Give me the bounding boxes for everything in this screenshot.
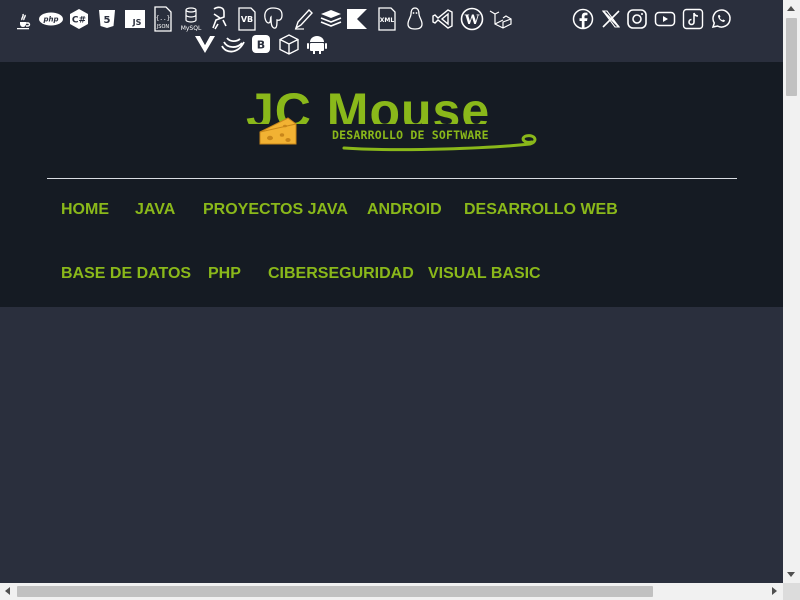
vertical-scrollbar[interactable]: [783, 0, 800, 583]
nav-item-ciberseguridad[interactable]: CIBERSEGURIDAD: [268, 264, 414, 284]
csharp-icon[interactable]: C#: [68, 8, 90, 30]
tiktok-icon[interactable]: [682, 8, 704, 30]
nav-item-home[interactable]: HOME: [61, 200, 109, 220]
mysql-icon[interactable]: MySQL: [178, 6, 204, 32]
linux-icon[interactable]: [404, 6, 426, 32]
json-icon[interactable]: {..} JSON: [152, 6, 174, 32]
cheese-icon: [259, 117, 297, 145]
scroll-down-arrow-icon[interactable]: [787, 572, 795, 577]
html5-icon[interactable]: 5: [96, 8, 118, 30]
site-header: JC Mouse DESARROLLO DE SOFTWARE HOME JAV…: [0, 62, 783, 307]
pencil-icon[interactable]: [292, 6, 314, 32]
main-content-area: [0, 307, 783, 583]
logo-subtitle: DESARROLLO DE SOFTWARE: [332, 128, 489, 142]
vertical-scroll-thumb[interactable]: [786, 18, 797, 96]
svg-text:W: W: [464, 13, 480, 28]
nav-item-base-de-datos[interactable]: BASE DE DATOS: [61, 264, 191, 284]
header-divider: [47, 178, 737, 179]
svg-text:JSON: JSON: [156, 24, 170, 30]
scroll-left-arrow-icon[interactable]: [5, 587, 10, 595]
android-icon[interactable]: [306, 33, 328, 55]
nav-item-visual-basic[interactable]: VISUAL BASIC: [428, 264, 541, 284]
horizontal-scroll-thumb[interactable]: [17, 586, 653, 597]
svg-text:MySQL: MySQL: [181, 25, 202, 32]
horizontal-scrollbar[interactable]: [0, 583, 783, 600]
wordpress-icon[interactable]: W: [460, 7, 484, 31]
bootstrap-icon[interactable]: B: [250, 33, 272, 55]
xml-icon[interactable]: XML: [376, 6, 398, 32]
svg-text:5: 5: [104, 15, 111, 26]
scroll-up-arrow-icon[interactable]: [787, 6, 795, 11]
whatsapp-icon[interactable]: [710, 8, 732, 30]
layers-icon[interactable]: [320, 8, 342, 30]
scrollbar-corner: [783, 583, 800, 600]
scroll-right-arrow-icon[interactable]: [772, 587, 777, 595]
svg-text:php: php: [42, 16, 58, 24]
site-logo[interactable]: JC Mouse DESARROLLO DE SOFTWARE: [246, 86, 546, 156]
java-icon[interactable]: [12, 8, 34, 30]
nav-item-java[interactable]: JAVA: [135, 200, 175, 220]
svg-text:VB: VB: [241, 15, 253, 24]
svg-text:XML: XML: [380, 17, 395, 24]
nginx-icon[interactable]: [220, 32, 246, 56]
nav-item-php[interactable]: PHP: [208, 264, 241, 284]
php-icon[interactable]: php: [38, 8, 64, 30]
python-icon[interactable]: [208, 6, 230, 32]
youtube-icon[interactable]: [654, 8, 676, 30]
nav-item-proyectos-java[interactable]: PROYECTOS JAVA: [203, 200, 348, 220]
nav-item-android[interactable]: ANDROID: [367, 200, 442, 220]
facebook-icon[interactable]: [572, 8, 594, 30]
nav-item-desarrollo-web[interactable]: DESARROLLO WEB: [464, 200, 618, 220]
instagram-icon[interactable]: [626, 8, 648, 30]
laravel-icon[interactable]: [488, 8, 512, 30]
box-icon[interactable]: [278, 33, 300, 55]
page-viewport: php C# 5 JS {..} JSON MySQL VB XML W B J…: [0, 0, 783, 583]
tech-icon-bar: php C# 5 JS {..} JSON MySQL VB XML W B: [0, 0, 783, 62]
vue-icon[interactable]: [194, 33, 216, 55]
postgresql-icon[interactable]: [262, 6, 284, 32]
x-icon[interactable]: [600, 8, 622, 30]
svg-text:B: B: [257, 39, 265, 52]
svg-text:{..}: {..}: [156, 15, 170, 22]
javascript-icon[interactable]: JS: [124, 8, 146, 30]
svg-text:JS: JS: [132, 18, 142, 27]
vscode-icon[interactable]: [432, 8, 454, 30]
visual-basic-icon[interactable]: VB: [236, 6, 258, 32]
kotlin-icon[interactable]: [346, 8, 368, 30]
svg-text:C#: C#: [72, 16, 86, 26]
